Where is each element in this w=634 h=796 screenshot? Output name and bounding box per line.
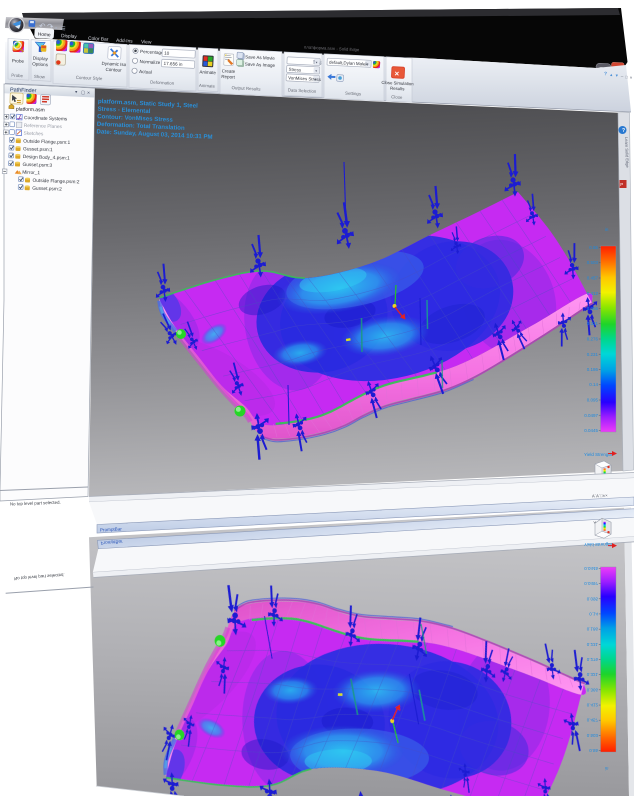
svg-text:×: × — [394, 69, 399, 78]
svg-text:☰: ☰ — [61, 26, 66, 32]
svg-text:Color Bar: Color Bar — [88, 36, 109, 43]
svg-text:Probe: Probe — [12, 58, 25, 64]
svg-text:Yield Strength: Yield Strength — [584, 452, 613, 457]
svg-text:View: View — [141, 39, 152, 46]
svg-text:10: 10 — [164, 51, 170, 56]
svg-text:0.412: 0.412 — [587, 291, 599, 296]
svg-text:17.656 in: 17.656 in — [164, 61, 184, 67]
svg-text:0.366: 0.366 — [587, 306, 599, 311]
svg-text:Settings: Settings — [345, 91, 362, 97]
svg-text:Contour: Contour — [105, 67, 122, 73]
svg-text:0.503: 0.503 — [587, 260, 599, 265]
svg-text:Gusset.psm:1: Gusset.psm:1 — [23, 146, 53, 153]
svg-text:0.276: 0.276 — [587, 337, 599, 342]
svg-text:0.55: 0.55 — [589, 245, 598, 250]
svg-text:Gusset.psm:2: Gusset.psm:2 — [32, 186, 62, 193]
svg-text:▲: ▲ — [609, 72, 613, 77]
svg-text:0.457: 0.457 — [587, 276, 599, 281]
svg-text:Close: Close — [391, 94, 403, 100]
svg-text:Display: Display — [33, 56, 49, 62]
svg-text:0.231: 0.231 — [587, 352, 599, 357]
svg-text:Actual: Actual — [139, 69, 152, 75]
svg-text:P: P — [620, 182, 623, 187]
svg-text:⇑: ⇑ — [312, 59, 317, 66]
svg-text:0.0497: 0.0497 — [584, 413, 598, 418]
svg-text:Normalize: Normalize — [139, 59, 160, 65]
svg-text:Animate: Animate — [199, 83, 216, 89]
svg-text:Report: Report — [221, 74, 235, 80]
svg-text:?: ? — [622, 128, 625, 134]
svg-text:Results: Results — [390, 86, 405, 92]
svg-text:0.095: 0.095 — [587, 398, 599, 403]
svg-text:×: × — [87, 90, 90, 96]
svg-text:⇓: ⇓ — [318, 60, 323, 67]
svg-text:0.0445: 0.0445 — [584, 428, 598, 433]
svg-text:Gusset.psm:3: Gusset.psm:3 — [22, 162, 52, 169]
svg-text:platform.asm: platform.asm — [16, 106, 45, 113]
svg-text:Sketches: Sketches — [23, 131, 44, 138]
svg-text:A´A´□±×: A´A´□±× — [592, 493, 608, 499]
svg-text:▼: ▼ — [615, 73, 619, 78]
svg-text:Options: Options — [32, 61, 49, 67]
svg-text:Probe: Probe — [11, 73, 24, 79]
svg-text:Stress: Stress — [288, 67, 301, 73]
svg-text:Home: Home — [38, 32, 51, 39]
svg-text:0.14: 0.14 — [589, 382, 598, 387]
svg-text:Display: Display — [61, 33, 78, 40]
svg-text:▾: ▾ — [55, 25, 57, 30]
svg-text:Animate: Animate — [199, 69, 216, 75]
svg-text:Mirror_1: Mirror_1 — [22, 170, 40, 177]
svg-text:Show: Show — [34, 74, 46, 80]
svg-text:0.186: 0.186 — [587, 367, 599, 372]
svg-text:0.321: 0.321 — [587, 321, 599, 326]
svg-text:?: ? — [604, 71, 607, 77]
